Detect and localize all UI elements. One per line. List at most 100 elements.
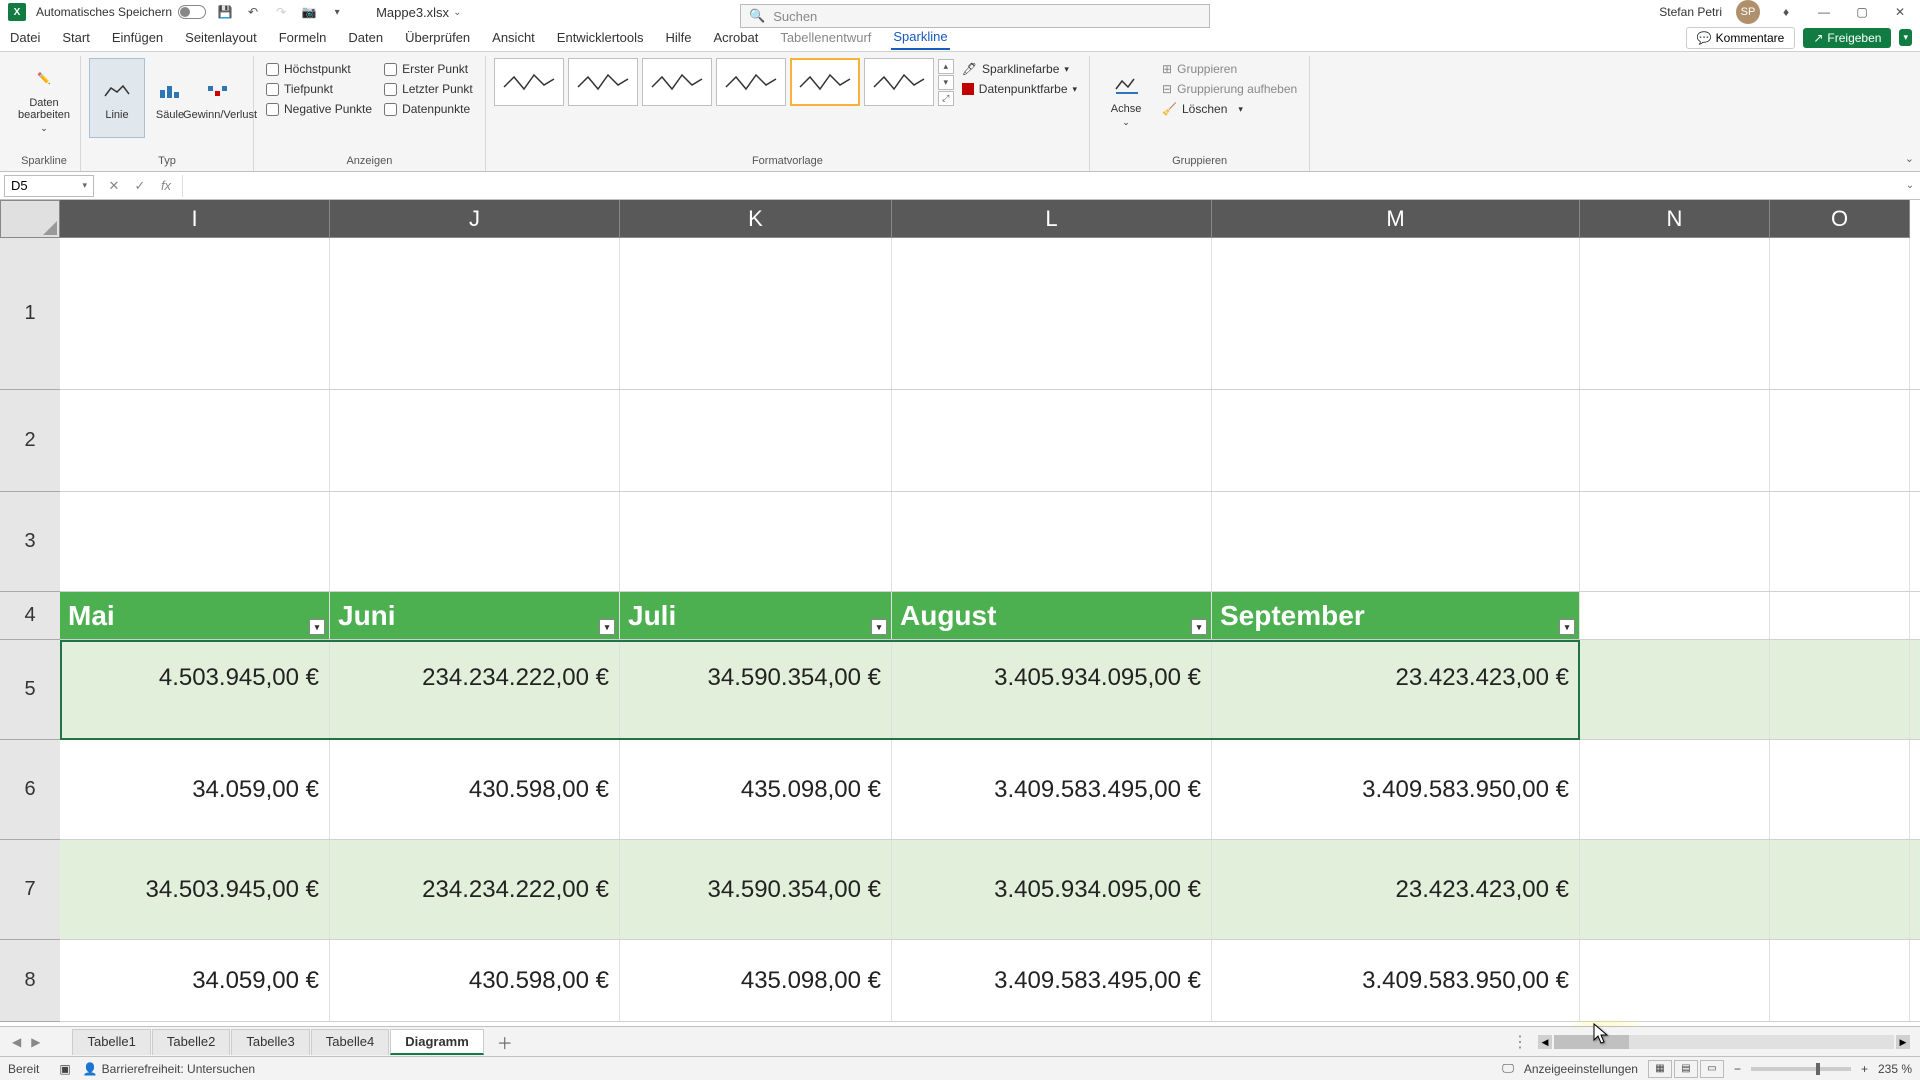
undo-icon[interactable]: ↶: [244, 3, 262, 21]
filename[interactable]: Mappe3.xlsx: [376, 5, 449, 20]
cell[interactable]: August▾: [892, 592, 1212, 639]
row-header-7[interactable]: 7: [0, 840, 60, 940]
cell[interactable]: [1770, 238, 1910, 389]
horizontal-scrollbar[interactable]: ⋮ ◀ ▶: [1512, 1032, 1910, 1052]
row-header-8[interactable]: 8: [0, 940, 60, 1022]
edit-data-button[interactable]: ✏️ Daten bearbeiten ⌄: [16, 58, 72, 138]
cell[interactable]: Juli▾: [620, 592, 892, 639]
cell[interactable]: [1580, 390, 1770, 491]
cell[interactable]: [892, 492, 1212, 591]
zoom-in-icon[interactable]: +: [1861, 1062, 1868, 1076]
minimize-icon[interactable]: —: [1812, 0, 1836, 24]
share-button[interactable]: ↗Freigeben: [1803, 28, 1891, 48]
sheet-tab-tabelle1[interactable]: Tabelle1: [72, 1029, 150, 1055]
cell[interactable]: [330, 390, 620, 491]
close-icon[interactable]: ✕: [1888, 0, 1912, 24]
filter-button[interactable]: ▾: [599, 619, 615, 635]
cell[interactable]: 23.423.423,00 €: [1212, 840, 1580, 939]
type-column-button[interactable]: Säule: [149, 58, 191, 138]
style-6[interactable]: [864, 58, 934, 106]
chk-low[interactable]: Tiefpunkt: [266, 82, 372, 96]
sparkline-color[interactable]: 🖊Sparklinefarbe▾: [962, 62, 1077, 76]
cell[interactable]: [60, 492, 330, 591]
cell[interactable]: 3.409.583.950,00 €: [1212, 740, 1580, 839]
cell[interactable]: 4.503.945,00 €: [60, 640, 330, 739]
group-button[interactable]: ⊞Gruppieren: [1162, 62, 1297, 76]
tab-ansicht[interactable]: Ansicht: [490, 26, 537, 49]
display-settings-icon[interactable]: 🖵: [1502, 1061, 1514, 1076]
cell[interactable]: September▾: [1212, 592, 1580, 639]
tab-daten[interactable]: Daten: [346, 26, 385, 49]
cell[interactable]: [1770, 740, 1910, 839]
cell[interactable]: [1580, 840, 1770, 939]
tab-entwicklertools[interactable]: Entwicklertools: [555, 26, 646, 49]
style-2[interactable]: [568, 58, 638, 106]
cell[interactable]: [1580, 640, 1770, 739]
display-settings-label[interactable]: Anzeigeeinstellungen: [1524, 1062, 1638, 1076]
style-3[interactable]: [642, 58, 712, 106]
cell[interactable]: 34.059,00 €: [60, 940, 330, 1021]
cell[interactable]: [1580, 238, 1770, 389]
view-break-icon[interactable]: ▭: [1700, 1060, 1724, 1078]
cell[interactable]: 3.409.583.495,00 €: [892, 940, 1212, 1021]
column-header-L[interactable]: L: [892, 200, 1212, 238]
maximize-icon[interactable]: ▢: [1850, 0, 1874, 24]
row-header-1[interactable]: 1: [0, 238, 60, 390]
cancel-formula-icon[interactable]: ✕: [102, 175, 126, 197]
cell[interactable]: [1770, 492, 1910, 591]
style-4[interactable]: [716, 58, 786, 106]
accessibility-icon[interactable]: 👤: [83, 1062, 98, 1076]
cell[interactable]: [60, 238, 330, 389]
cell[interactable]: [330, 492, 620, 591]
cell[interactable]: [1770, 592, 1910, 639]
cell[interactable]: 34.590.354,00 €: [620, 840, 892, 939]
cell[interactable]: [330, 238, 620, 389]
select-all-button[interactable]: [0, 200, 60, 238]
view-normal-icon[interactable]: ▦: [1648, 1060, 1672, 1078]
cell[interactable]: 3.405.934.095,00 €: [892, 640, 1212, 739]
diamond-icon[interactable]: ♦: [1774, 0, 1798, 24]
avatar[interactable]: SP: [1736, 0, 1760, 24]
tab-datei[interactable]: Datei: [8, 26, 42, 49]
cell[interactable]: 23.423.423,00 €: [1212, 640, 1580, 739]
clear-button[interactable]: 🧹Löschen▾: [1162, 102, 1297, 116]
cell[interactable]: [892, 390, 1212, 491]
sheet-tab-tabelle4[interactable]: Tabelle4: [311, 1029, 389, 1055]
cell[interactable]: [1212, 238, 1580, 389]
cell[interactable]: [1580, 592, 1770, 639]
sheet-tab-tabelle2[interactable]: Tabelle2: [152, 1029, 230, 1055]
hscroll-right-icon[interactable]: ▶: [1896, 1035, 1910, 1049]
cell[interactable]: [1770, 640, 1910, 739]
tab-einfuegen[interactable]: Einfügen: [110, 26, 165, 49]
cell[interactable]: 34.059,00 €: [60, 740, 330, 839]
hscroll-left-icon[interactable]: ◀: [1538, 1035, 1552, 1049]
column-header-M[interactable]: M: [1212, 200, 1580, 238]
cell[interactable]: [620, 492, 892, 591]
cell[interactable]: 3.405.934.095,00 €: [892, 840, 1212, 939]
sheet-tab-tabelle3[interactable]: Tabelle3: [231, 1029, 309, 1055]
cell[interactable]: 430.598,00 €: [330, 940, 620, 1021]
cell[interactable]: 3.409.583.495,00 €: [892, 740, 1212, 839]
cell[interactable]: 34.503.945,00 €: [60, 840, 330, 939]
column-header-O[interactable]: O: [1770, 200, 1910, 238]
filter-button[interactable]: ▾: [1191, 619, 1207, 635]
share-dropdown[interactable]: ▾: [1899, 29, 1912, 46]
save-icon[interactable]: 💾: [216, 3, 234, 21]
hscroll-dots-icon[interactable]: ⋮: [1512, 1032, 1528, 1052]
cell[interactable]: Juni▾: [330, 592, 620, 639]
type-winloss-button[interactable]: Gewinn/Verlust: [195, 58, 245, 138]
sheet-prev-icon[interactable]: ◀: [12, 1035, 21, 1049]
style-5[interactable]: [790, 58, 860, 106]
column-header-I[interactable]: I: [60, 200, 330, 238]
zoom-out-icon[interactable]: −: [1734, 1062, 1741, 1076]
view-page-icon[interactable]: ▤: [1674, 1060, 1698, 1078]
zoom-level[interactable]: 235 %: [1878, 1062, 1912, 1076]
ungroup-button[interactable]: ⊟Gruppierung aufheben: [1162, 82, 1297, 96]
row-header-2[interactable]: 2: [0, 390, 60, 492]
cell[interactable]: 435.098,00 €: [620, 940, 892, 1021]
namebox-dropdown-icon[interactable]: ▾: [82, 180, 87, 191]
tab-start[interactable]: Start: [60, 26, 91, 49]
cell[interactable]: [60, 390, 330, 491]
accept-formula-icon[interactable]: ✓: [128, 175, 152, 197]
qat-dropdown-icon[interactable]: ▾: [328, 3, 346, 21]
